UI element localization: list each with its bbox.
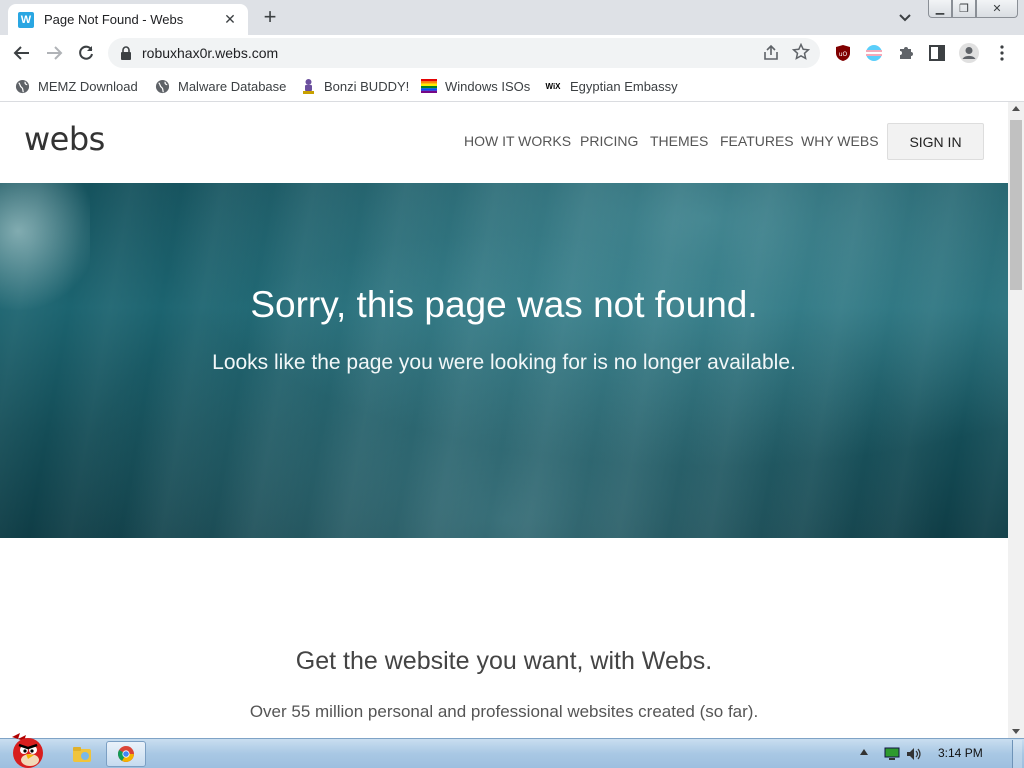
scroll-up-arrow-icon[interactable] bbox=[1012, 106, 1020, 111]
pride-extension-icon[interactable] bbox=[863, 42, 885, 64]
window-minimize-button[interactable]: ▁ bbox=[928, 0, 952, 18]
volume-icon[interactable] bbox=[906, 747, 922, 761]
taskbar-explorer[interactable] bbox=[62, 741, 102, 767]
bookmark-label: Egyptian Embassy bbox=[570, 78, 678, 94]
nav-pricing[interactable]: PRICING bbox=[580, 133, 638, 149]
forward-arrow-icon bbox=[47, 46, 63, 60]
bookmarks-bar: MEMZ Download Malware Database Bonzi BUD… bbox=[0, 71, 1024, 102]
bookmark-windows-isos[interactable]: Windows ISOs bbox=[421, 75, 530, 97]
not-found-subtitle: Looks like the page you were looking for… bbox=[212, 351, 796, 374]
wix-icon: WiX bbox=[545, 81, 561, 91]
lock-icon[interactable] bbox=[120, 46, 132, 60]
not-found-title: Sorry, this page was not found. bbox=[250, 284, 758, 325]
nav-how-it-works[interactable]: HOW IT WORKS bbox=[464, 133, 571, 149]
promo-heading: Get the website you want, with Webs. bbox=[295, 647, 713, 675]
tab-search-chevron-icon[interactable] bbox=[896, 8, 914, 26]
svg-text:uO: uO bbox=[839, 51, 848, 58]
tray-expand-icon[interactable] bbox=[860, 749, 868, 755]
nav-why-webs[interactable]: WHY WEBS bbox=[801, 133, 879, 149]
window-close-button[interactable]: ✕ bbox=[976, 0, 1018, 18]
address-bar[interactable]: robuxhax0r.webs.com bbox=[108, 38, 820, 68]
bookmark-label: Malware Database bbox=[178, 78, 287, 94]
back-arrow-icon bbox=[13, 46, 29, 60]
start-button[interactable] bbox=[2, 731, 52, 768]
rainbow-flag-icon bbox=[421, 78, 437, 94]
bonzi-icon bbox=[300, 78, 316, 94]
bookmark-malware-database[interactable]: Malware Database bbox=[154, 75, 286, 97]
url-text[interactable]: robuxhax0r.webs.com bbox=[142, 45, 278, 61]
globe-icon bbox=[14, 78, 30, 94]
forward-button[interactable] bbox=[42, 41, 66, 65]
menu-kebab-icon[interactable] bbox=[991, 42, 1013, 64]
bookmark-bonzi-buddy[interactable]: Bonzi BUDDY! bbox=[300, 75, 409, 97]
share-icon[interactable] bbox=[762, 44, 780, 62]
bookmark-memz[interactable]: MEMZ Download bbox=[14, 75, 138, 97]
explorer-folder-icon bbox=[73, 747, 91, 762]
promo-subheading: Over 55 million personal and professiona… bbox=[249, 702, 759, 721]
bookmark-label: Windows ISOs bbox=[445, 78, 531, 94]
page-viewport: webs HOW IT WORKS PRICING THEMES FEATURE… bbox=[0, 102, 1008, 738]
site-header: webs HOW IT WORKS PRICING THEMES FEATURE… bbox=[0, 102, 1008, 183]
windows-taskbar: 3:14 PM bbox=[0, 733, 1024, 768]
tab-strip: W Page Not Found - Webs ✕ + ▁ ❐ ✕ bbox=[0, 0, 1024, 35]
profile-avatar-icon[interactable] bbox=[958, 42, 980, 64]
bookmark-label: Bonzi BUDDY! bbox=[324, 78, 410, 94]
bookmark-label: MEMZ Download bbox=[38, 78, 138, 94]
ublock-extension-icon[interactable]: uO bbox=[832, 42, 854, 64]
scrollbar-thumb[interactable] bbox=[1010, 120, 1022, 290]
show-desktop-button[interactable] bbox=[1012, 740, 1022, 768]
window-restore-button[interactable]: ❐ bbox=[952, 0, 976, 18]
chrome-icon bbox=[118, 746, 134, 762]
nav-features[interactable]: FEATURES bbox=[720, 133, 794, 149]
tab-title: Page Not Found - Webs bbox=[44, 12, 184, 27]
new-tab-button[interactable]: + bbox=[259, 6, 281, 28]
page-scrollbar[interactable] bbox=[1008, 102, 1024, 738]
angry-bird-start-icon bbox=[12, 733, 43, 768]
bookmark-star-icon[interactable] bbox=[792, 43, 810, 61]
browser-tab[interactable]: W Page Not Found - Webs ✕ bbox=[8, 4, 248, 35]
taskbar-chrome[interactable] bbox=[106, 741, 146, 767]
browser-toolbar: robuxhax0r.webs.com uO bbox=[0, 35, 1024, 71]
sign-in-button[interactable]: SIGN IN bbox=[887, 123, 984, 160]
taskbar-clock[interactable]: 3:14 PM bbox=[938, 746, 983, 760]
nav-themes[interactable]: THEMES bbox=[650, 133, 708, 149]
network-icon[interactable] bbox=[884, 747, 900, 761]
reload-icon bbox=[79, 45, 93, 60]
reload-button[interactable] bbox=[74, 41, 98, 65]
side-panel-icon[interactable] bbox=[926, 42, 948, 64]
bookmark-egyptian-embassy[interactable]: WiX Egyptian Embassy bbox=[544, 75, 678, 97]
globe-icon bbox=[154, 78, 170, 94]
hero-banner: Sorry, this page was not found. Looks li… bbox=[0, 183, 1008, 538]
webs-favicon-icon: W bbox=[18, 11, 34, 28]
back-button[interactable] bbox=[10, 41, 34, 65]
tab-close-icon[interactable]: ✕ bbox=[222, 11, 238, 28]
webs-logo[interactable]: webs bbox=[24, 120, 105, 158]
scroll-down-arrow-icon[interactable] bbox=[1012, 729, 1020, 734]
extensions-puzzle-icon[interactable] bbox=[895, 42, 917, 64]
